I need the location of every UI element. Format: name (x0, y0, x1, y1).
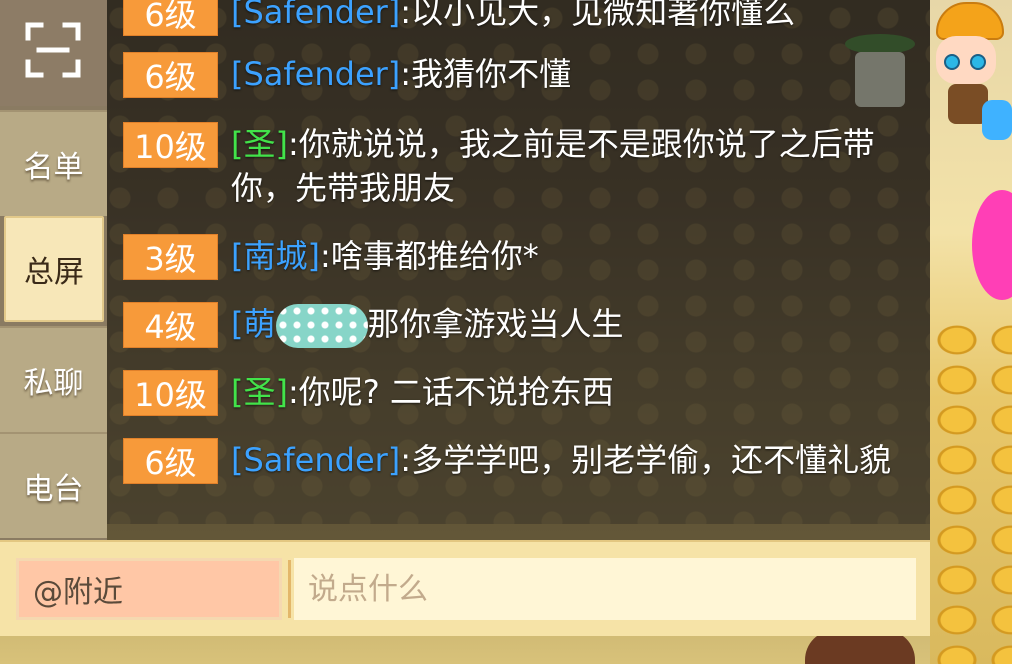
sidebar-top (0, 0, 107, 106)
tab-list[interactable]: 名单 (0, 110, 107, 216)
tab-radio[interactable]: 电台 (0, 432, 107, 538)
message-text: [萌 那你拿游戏当人生 (231, 302, 921, 348)
sender-name[interactable]: [圣] (231, 125, 288, 163)
message-body: :你呢? 二话不说抢东西 (287, 373, 614, 411)
tab-private-chat[interactable]: 私聊 (0, 326, 107, 432)
avatar-hat (936, 2, 1004, 40)
message-text: [Safender]:以小见大，见微知著你懂么 (231, 0, 921, 34)
level-badge: 6级 (123, 0, 218, 36)
message-body: :啥事都推给你* (319, 237, 539, 275)
level-badge: 6级 (123, 438, 218, 484)
level-badge: 4级 (123, 302, 218, 348)
coin-blocks (930, 320, 1012, 664)
redacted-name-blob (275, 304, 368, 348)
tab-all-screen[interactable]: 总屏 (4, 216, 104, 322)
message-body: :多学学吧，别老学偷，还不懂礼貌 (400, 441, 892, 479)
pet-icon (982, 100, 1012, 140)
sender-name[interactable]: [南城] (231, 237, 320, 275)
avatar-eye-right (970, 54, 986, 70)
avatar-face (936, 36, 996, 84)
message-body: 那你拿游戏当人生 (367, 305, 624, 343)
message-body: :以小见大，见微知著你懂么 (400, 0, 796, 31)
message-body: :我猜你不懂 (400, 55, 572, 93)
message-text: [Safender]:我猜你不懂 (231, 52, 921, 96)
level-badge: 6级 (123, 52, 218, 98)
message-body: :你就说说，我之前是不是跟你说了之后带你，先带我朋友 (231, 125, 875, 207)
channel-selector-button[interactable]: @附近 (16, 558, 282, 620)
chat-input-bar: @附近 (0, 540, 930, 636)
message-text: [Safender]:多学学吧，别老学偷，还不懂礼貌 (231, 438, 921, 482)
pink-object (972, 190, 1012, 300)
chat-sidebar: 名单 总屏 私聊 电台 (0, 0, 107, 540)
message-text: [圣]:你就说说，我之前是不是跟你说了之后带你，先带我朋友 (231, 122, 921, 210)
input-divider (288, 560, 291, 618)
sender-name[interactable]: [Safender] (231, 55, 400, 93)
level-badge: 3级 (123, 234, 218, 280)
level-badge: 10级 (123, 122, 218, 168)
sender-name[interactable]: [Safender] (231, 441, 400, 479)
sender-name[interactable]: [萌 (231, 305, 276, 343)
message-text: [圣]:你呢? 二话不说抢东西 (231, 370, 921, 414)
avatar-eye-left (944, 54, 960, 70)
sender-name[interactable]: [Safender] (231, 0, 400, 31)
level-badge: 10级 (123, 370, 218, 416)
sender-name[interactable]: [圣] (231, 373, 288, 411)
message-text: [南城]:啥事都推给你* (231, 234, 921, 278)
fullscreen-scan-icon[interactable] (25, 22, 81, 78)
chat-message-input[interactable] (294, 558, 916, 620)
player-avatar (930, 0, 1012, 150)
chat-panel[interactable]: 6级 [Safender]:以小见大，见微知著你懂么 6级 [Safender]… (107, 0, 930, 540)
